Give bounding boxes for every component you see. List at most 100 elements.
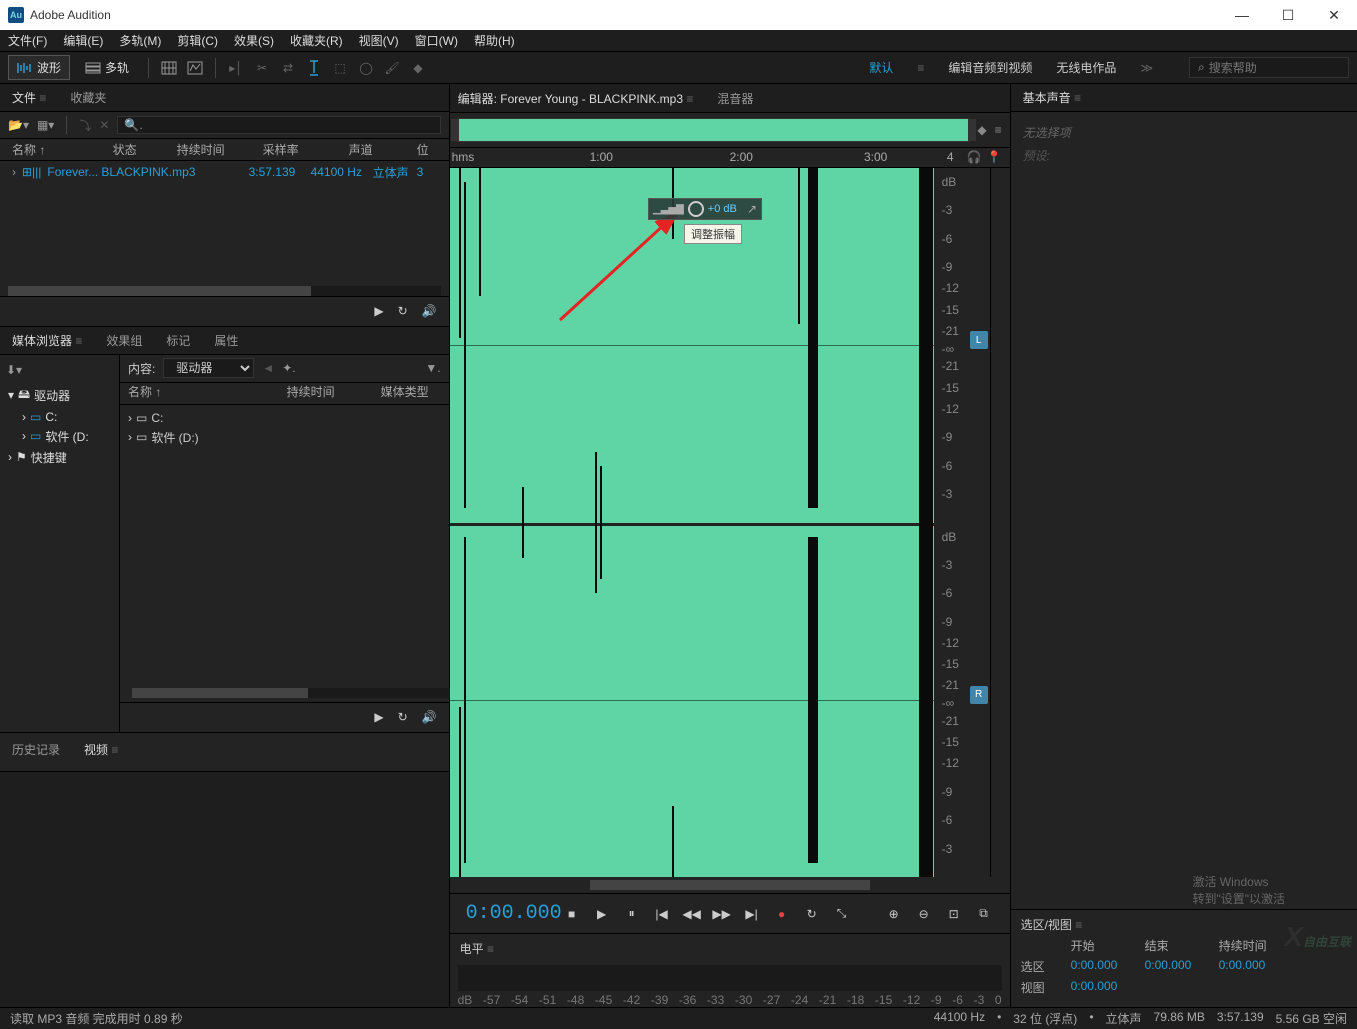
browser-hscroll[interactable] (132, 688, 453, 698)
time-select-tool-icon[interactable] (304, 58, 324, 78)
amplitude-knob[interactable] (688, 201, 704, 217)
close-button[interactable]: ✕ (1311, 0, 1357, 30)
menu-edit[interactable]: 编辑(E) (63, 32, 103, 49)
pin-icon[interactable]: ↗ (747, 202, 757, 216)
nav-back-icon[interactable]: ◄ (262, 361, 274, 375)
tab-mixer[interactable]: 混音器 (717, 90, 753, 107)
move-tool-icon[interactable]: ▸│ (226, 58, 246, 78)
play-icon[interactable]: ▶ (374, 304, 383, 318)
loop-icon[interactable]: ↻ (398, 710, 408, 724)
skip-selection-button[interactable]: ⤡ (832, 904, 852, 924)
maximize-button[interactable]: ☐ (1265, 0, 1311, 30)
zoom-nav-icon[interactable]: ◆ (977, 123, 986, 137)
levels-meter[interactable] (458, 965, 1002, 991)
tab-video[interactable]: 视频 (84, 741, 118, 758)
brush-tool-icon[interactable]: 🖌 (382, 58, 402, 78)
col-duration[interactable]: 持续时间 (287, 383, 357, 404)
content-dropdown[interactable]: 驱动器 (163, 358, 254, 378)
sel-dur[interactable]: 0:00.000 (1219, 958, 1283, 975)
amplitude-hud[interactable]: ▁▃▅▇ +0 dB ↗ (648, 198, 762, 220)
filter-icon[interactable]: ▼. (425, 361, 440, 375)
menu-multitrack[interactable]: 多轨(M) (119, 32, 161, 49)
tab-favorites[interactable]: 收藏夹 (70, 89, 106, 106)
tab-properties[interactable]: 属性 (214, 332, 238, 349)
close-file-icon[interactable]: ✕ (99, 118, 109, 132)
menu-effects[interactable]: 效果(S) (234, 32, 274, 49)
col-channels[interactable]: 声道 (349, 141, 393, 158)
col-name[interactable]: 名称 ↑ (128, 383, 263, 404)
headphones-icon[interactable]: 🎧 (967, 150, 982, 164)
timeline-ruler[interactable]: hms 1:00 2:00 3:00 4 🎧 📍 (450, 148, 1010, 168)
record-button[interactable]: ● (772, 904, 792, 924)
tab-media-browser[interactable]: 媒体浏览器 (12, 332, 82, 349)
current-time[interactable]: 0:00.000 (466, 902, 562, 925)
lasso-tool-icon[interactable]: ◯ (356, 58, 376, 78)
pin-icon[interactable]: 📍 (987, 150, 1002, 164)
tree-d[interactable]: › ▭ 软件 (D: (4, 426, 115, 447)
col-samplerate[interactable]: 采样率 (263, 141, 325, 158)
col-type[interactable]: 媒体类型 (381, 383, 441, 404)
waveform-view-button[interactable]: 波形 (8, 55, 70, 80)
prev-button[interactable]: |◀ (652, 904, 672, 924)
play-icon[interactable]: ▶ (374, 710, 383, 724)
zoom-full-icon[interactable]: ⊡ (944, 904, 964, 924)
rewind-button[interactable]: ◀◀ (682, 904, 702, 924)
heal-tool-icon[interactable]: ◆ (408, 58, 428, 78)
nav-fwd-icon[interactable]: ✦. (282, 361, 295, 375)
tab-history[interactable]: 历史记录 (12, 741, 60, 758)
col-bit[interactable]: 位 (417, 141, 437, 158)
spectral-freq-icon[interactable] (159, 58, 179, 78)
tree-drives[interactable]: ▾ 🖴 驱动器 (4, 383, 115, 408)
tree-shortcuts[interactable]: › ⚑ 快捷键 (4, 447, 115, 468)
waveform-editor[interactable]: dB -3 -6 -9 -12 -15 -21 -∞ L -21 -15 -12… (450, 168, 1010, 877)
menu-clip[interactable]: 剪辑(C) (177, 32, 218, 49)
file-row[interactable]: › ⊞||| Forever... BLACKPINK.mp3 3:57.139… (0, 161, 449, 183)
tab-editor[interactable]: 编辑器: Forever Young - BLACKPINK.mp3 (458, 90, 694, 107)
list-c[interactable]: › ▭ C: (124, 409, 445, 427)
channel-right-badge[interactable]: R (970, 686, 988, 704)
loop-button[interactable]: ↻ (802, 904, 822, 924)
sel-start[interactable]: 0:00.000 (1071, 958, 1135, 975)
list-icon[interactable]: ≡ (995, 123, 1002, 137)
view-start[interactable]: 0:00.000 (1071, 979, 1135, 996)
razor-tool-icon[interactable]: ✂ (252, 58, 272, 78)
download-icon[interactable]: ⬇▾ (4, 359, 115, 383)
next-button[interactable]: ▶| (742, 904, 762, 924)
marquee-tool-icon[interactable]: ⬚ (330, 58, 350, 78)
tab-markers[interactable]: 标记 (166, 332, 190, 349)
autoplay-icon[interactable]: 🔊 (422, 710, 437, 724)
new-multitrack-icon[interactable]: ▦▾ (37, 118, 54, 132)
menu-favorites[interactable]: 收藏夹(R) (290, 32, 343, 49)
pause-button[interactable]: ⏸ (622, 904, 642, 924)
help-search-input[interactable] (1209, 61, 1340, 75)
menu-file[interactable]: 文件(F) (8, 32, 47, 49)
files-filter[interactable]: 🔍. (117, 116, 440, 134)
workspace-edit-audio-video[interactable]: 编辑音频到视频 (948, 59, 1032, 76)
workspace-radio[interactable]: 无线电作品 (1056, 59, 1116, 76)
col-status[interactable]: 状态 (113, 141, 153, 158)
tree-c[interactable]: › ▭ C: (4, 408, 115, 426)
menu-help[interactable]: 帮助(H) (474, 32, 515, 49)
amplitude-value[interactable]: +0 dB (708, 203, 737, 215)
tab-effects-rack[interactable]: 效果组 (106, 332, 142, 349)
col-duration[interactable]: 持续时间 (177, 141, 239, 158)
autoplay-icon[interactable]: 🔊 (422, 304, 437, 318)
stop-button[interactable]: ■ (562, 904, 582, 924)
col-name[interactable]: 名称 ↑ (12, 141, 89, 158)
files-hscroll[interactable] (8, 286, 441, 296)
loop-icon[interactable]: ↻ (398, 304, 408, 318)
tab-files[interactable]: 文件 (12, 89, 46, 106)
zoom-in-icon[interactable]: ⊕ (884, 904, 904, 924)
zoom-selection-icon[interactable]: ⧉ (974, 904, 994, 924)
tab-essential-sound[interactable]: 基本声音 (1023, 89, 1081, 106)
spectral-pitch-icon[interactable] (185, 58, 205, 78)
zoom-out-icon[interactable]: ⊖ (914, 904, 934, 924)
overview-waveform[interactable] (458, 118, 970, 142)
editor-hscroll[interactable] (450, 877, 1010, 893)
channel-left-badge[interactable]: L (970, 331, 988, 349)
slip-tool-icon[interactable]: ⇄ (278, 58, 298, 78)
help-search[interactable]: ⌕ (1189, 57, 1349, 78)
menu-view[interactable]: 视图(V) (359, 32, 399, 49)
forward-button[interactable]: ▶▶ (712, 904, 732, 924)
minimize-button[interactable]: — (1219, 0, 1265, 30)
